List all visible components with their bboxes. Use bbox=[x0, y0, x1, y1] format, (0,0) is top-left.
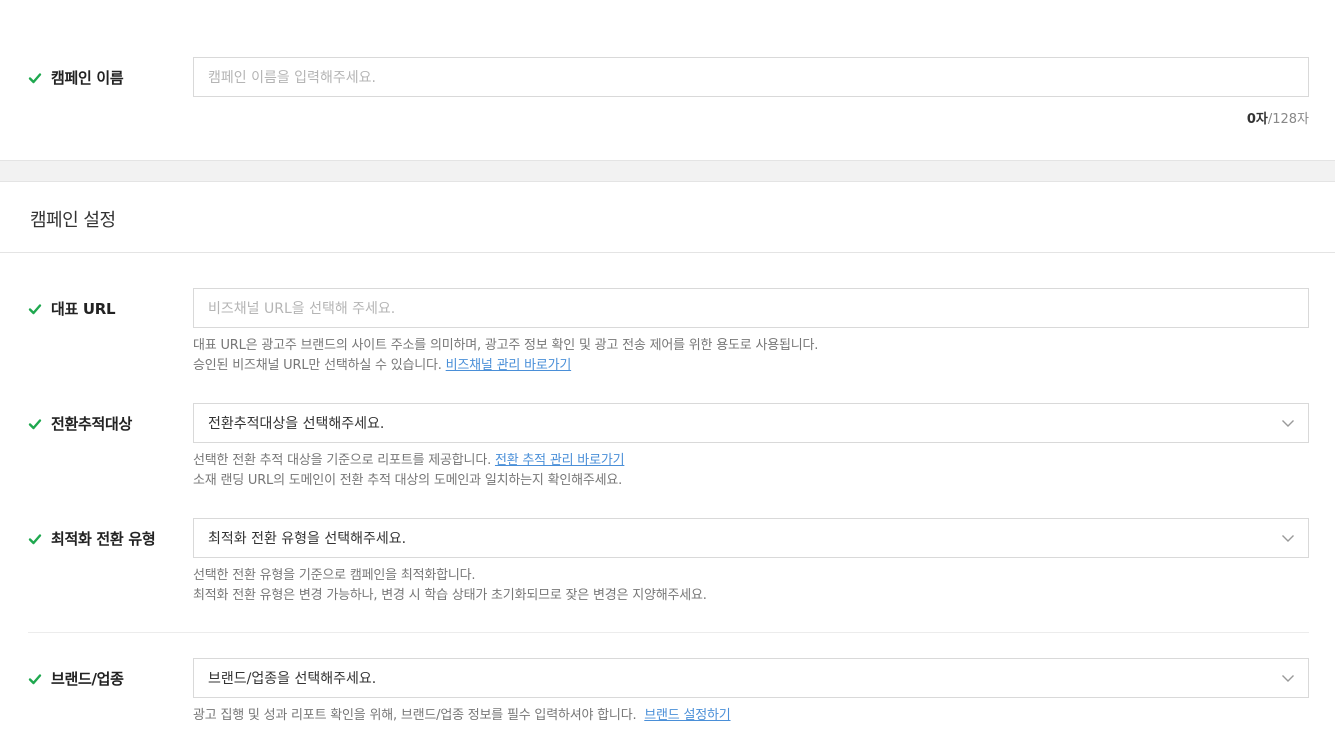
brand-industry-label: 브랜드/업종 bbox=[28, 668, 124, 689]
rep-url-label-text: 대표 URL bbox=[51, 300, 116, 318]
brand-settings-link[interactable]: 브랜드 설정하기 bbox=[644, 708, 730, 723]
brand-industry-help: 광고 집행 및 성과 리포트 확인을 위해, 브랜드/업종 정보를 필수 입력하… bbox=[193, 706, 731, 726]
check-icon bbox=[28, 672, 42, 686]
conversion-target-select[interactable]: 전환추적대상을 선택해주세요. bbox=[193, 403, 1309, 443]
row-divider bbox=[28, 632, 1309, 633]
optimization-type-select[interactable]: 최적화 전환 유형을 선택해주세요. bbox=[193, 518, 1309, 558]
rep-url-placeholder: 비즈채널 URL을 선택해 주세요. bbox=[208, 301, 396, 317]
chevron-down-icon bbox=[1281, 671, 1295, 685]
rep-url-input[interactable]: 비즈채널 URL을 선택해 주세요. bbox=[193, 288, 1309, 328]
optimization-type-help-line1: 선택한 전환 유형을 기준으로 캠페인을 최적화합니다. bbox=[193, 568, 476, 583]
check-icon bbox=[28, 302, 42, 316]
rep-url-help-line2: 승인된 비즈채널 URL만 선택하실 수 있습니다. bbox=[193, 358, 442, 373]
optimization-type-help: 선택한 전환 유형을 기준으로 캠페인을 최적화합니다. 최적화 전환 유형은 … bbox=[193, 566, 707, 606]
conversion-target-label: 전환추적대상 bbox=[28, 413, 132, 434]
campaign-settings-header: 캠페인 설정 bbox=[0, 182, 1335, 253]
conversion-target-help-line2: 소재 랜딩 URL의 도메인이 전환 추적 대상의 도메인과 일치하는지 확인해… bbox=[193, 473, 623, 488]
optimization-type-value: 최적화 전환 유형을 선택해주세요. bbox=[208, 531, 407, 547]
conversion-target-value: 전환추적대상을 선택해주세요. bbox=[208, 416, 385, 432]
conversion-target-help: 선택한 전환 추적 대상을 기준으로 리포트를 제공합니다. 전환 추적 관리 … bbox=[193, 451, 625, 491]
section-divider-band bbox=[0, 160, 1335, 182]
conversion-target-help-line1: 선택한 전환 추적 대상을 기준으로 리포트를 제공합니다. bbox=[193, 453, 492, 468]
optimization-type-label-text: 최적화 전환 유형 bbox=[51, 530, 156, 548]
campaign-name-section: 캠페인 이름 캠페인 이름을 입력해주세요. 0자/128자 bbox=[0, 0, 1335, 160]
brand-industry-label-text: 브랜드/업종 bbox=[51, 670, 124, 688]
section-title: 캠페인 설정 bbox=[30, 210, 116, 231]
campaign-name-label-text: 캠페인 이름 bbox=[51, 69, 124, 87]
conversion-target-label-text: 전환추적대상 bbox=[51, 415, 133, 433]
optimization-type-label: 최적화 전환 유형 bbox=[28, 528, 156, 549]
rep-url-help: 대표 URL은 광고주 브랜드의 사이트 주소를 의미하며, 광고주 정보 확인… bbox=[193, 336, 818, 376]
bizchannel-manage-link[interactable]: 비즈채널 관리 바로가기 bbox=[446, 358, 572, 373]
brand-industry-value: 브랜드/업종을 선택해주세요. bbox=[208, 671, 377, 687]
char-counter: 0자/128자 bbox=[1247, 108, 1309, 127]
check-icon bbox=[28, 71, 42, 85]
optimization-type-help-line2: 최적화 전환 유형은 변경 가능하나, 변경 시 학습 상태가 초기화되므로 잦… bbox=[193, 588, 707, 603]
char-count-max: 128자 bbox=[1272, 112, 1309, 127]
campaign-settings-body: 대표 URL 비즈채널 URL을 선택해 주세요. 대표 URL은 광고주 브랜… bbox=[0, 253, 1335, 743]
brand-industry-select[interactable]: 브랜드/업종을 선택해주세요. bbox=[193, 658, 1309, 698]
rep-url-label: 대표 URL bbox=[28, 298, 116, 319]
char-count-current: 0자 bbox=[1246, 112, 1268, 127]
conversion-manage-link[interactable]: 전환 추적 관리 바로가기 bbox=[495, 453, 625, 468]
chevron-down-icon bbox=[1281, 416, 1295, 430]
campaign-name-placeholder: 캠페인 이름을 입력해주세요. bbox=[208, 70, 376, 86]
campaign-name-input[interactable]: 캠페인 이름을 입력해주세요. bbox=[193, 57, 1309, 97]
check-icon bbox=[28, 417, 42, 431]
rep-url-help-line1: 대표 URL은 광고주 브랜드의 사이트 주소를 의미하며, 광고주 정보 확인… bbox=[193, 338, 819, 353]
check-icon bbox=[28, 532, 42, 546]
brand-industry-help-line1: 광고 집행 및 성과 리포트 확인을 위해, 브랜드/업종 정보를 필수 입력하… bbox=[193, 708, 637, 723]
chevron-down-icon bbox=[1281, 531, 1295, 545]
campaign-name-label: 캠페인 이름 bbox=[28, 67, 124, 88]
